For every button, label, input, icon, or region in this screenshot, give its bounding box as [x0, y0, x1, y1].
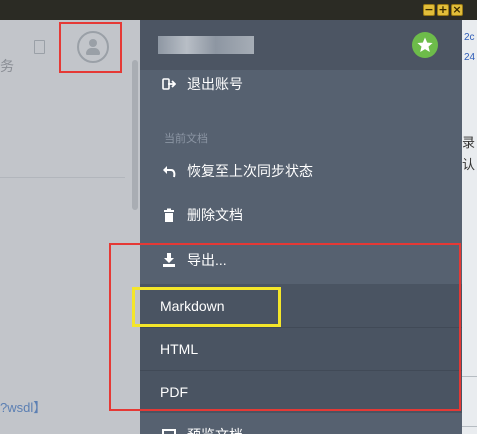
text-fragment: 录	[462, 135, 476, 150]
maximize-icon[interactable]: +	[437, 4, 449, 16]
preview-icon	[162, 429, 176, 434]
partial-text: 务	[0, 59, 14, 75]
link-fragment[interactable]: 24	[464, 52, 475, 63]
username-blurred	[158, 36, 254, 54]
title-bar: − + ×	[0, 0, 477, 20]
link-fragment[interactable]: 2c	[464, 32, 475, 43]
text-fragment: 认	[462, 157, 476, 172]
document-icon[interactable]	[34, 40, 45, 54]
trash-icon	[162, 208, 176, 222]
wsdl-link[interactable]: ?wsdl】	[0, 397, 46, 416]
export-highlight-box	[109, 243, 461, 411]
window-controls: − + ×	[423, 4, 463, 16]
divider	[462, 376, 477, 377]
delete-menu-item[interactable]: 删除文档	[140, 193, 462, 237]
section-label: 当前文档	[164, 133, 208, 145]
preview-label: 预览文档	[187, 425, 243, 434]
restore-menu-item[interactable]: 恢复至上次同步状态	[140, 149, 462, 193]
restore-label: 恢复至上次同步状态	[187, 163, 313, 179]
right-edge-content: 2c 24 录 认	[462, 20, 477, 434]
logout-icon	[162, 77, 177, 91]
avatar-highlight-box	[59, 22, 122, 73]
preview-menu-item[interactable]: 预览文档	[140, 419, 462, 434]
delete-label: 删除文档	[187, 207, 243, 223]
star-badge-icon[interactable]	[412, 32, 438, 58]
logout-label: 退出账号	[187, 76, 243, 92]
logout-menu-item[interactable]: 退出账号	[140, 62, 462, 106]
scrollbar-thumb[interactable]	[132, 60, 138, 210]
minimize-icon[interactable]: −	[423, 4, 435, 16]
undo-icon	[162, 164, 176, 178]
divider	[462, 426, 477, 427]
markdown-highlight-box	[132, 287, 281, 327]
divider	[0, 177, 125, 178]
close-icon[interactable]: ×	[451, 4, 463, 16]
